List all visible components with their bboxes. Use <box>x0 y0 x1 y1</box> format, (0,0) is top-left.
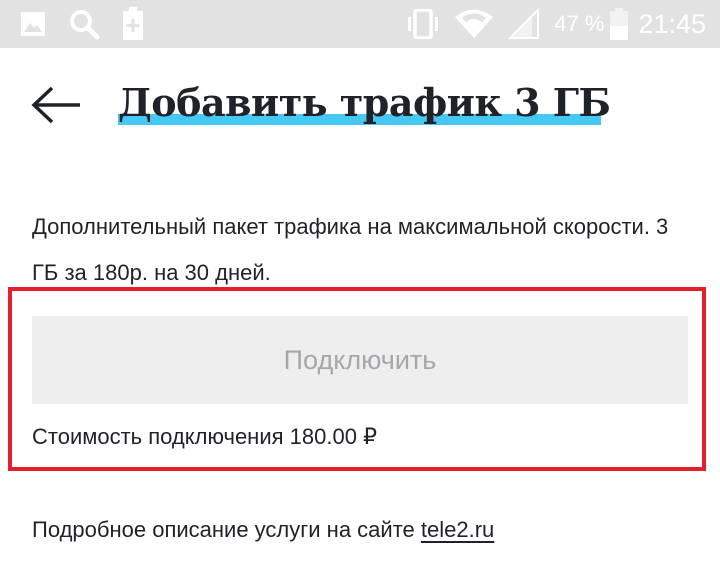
battery-percent: 47 % <box>554 11 605 36</box>
arrow-left-icon <box>31 86 80 124</box>
status-right: 47 % 21:45 <box>392 8 706 40</box>
clock: 21:45 <box>638 8 706 39</box>
screen: 47 % 21:45 Добавить трафик 3 ГБ Дополнит… <box>0 0 720 573</box>
vibrate-icon <box>408 9 439 39</box>
tele2-site-link[interactable]: tele2.ru <box>421 517 494 542</box>
connection-price: Стоимость подключения 180.00 ₽ <box>32 424 378 449</box>
status-bar: 47 % 21:45 <box>0 0 720 48</box>
connect-button[interactable]: Подключить <box>32 316 688 404</box>
back-button[interactable] <box>28 80 84 130</box>
battery-icon <box>610 8 629 40</box>
page-title: Добавить трафик 3 ГБ <box>118 80 611 125</box>
battery-saver-icon <box>123 7 143 40</box>
wifi-icon <box>455 9 494 38</box>
signal-icon <box>508 8 540 39</box>
service-description: Дополнительный пакет трафика на максимал… <box>32 214 669 285</box>
image-icon <box>21 12 45 36</box>
footer-text: Подробное описание услуги на сайте <box>32 517 421 542</box>
search-icon <box>70 10 100 40</box>
footer-info: Подробное описание услуги на сайте tele2… <box>32 514 494 546</box>
status-left <box>20 7 166 41</box>
